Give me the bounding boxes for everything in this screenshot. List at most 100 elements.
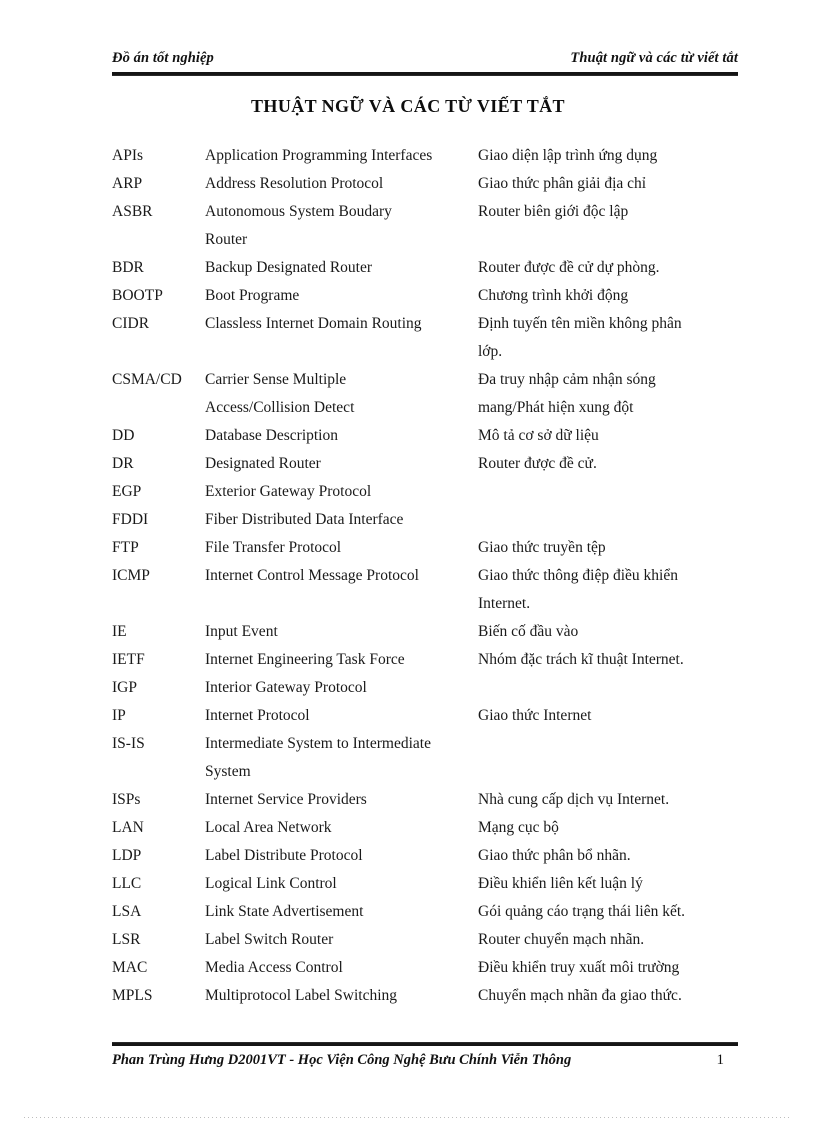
term-cell: Designated Router	[205, 450, 478, 478]
meaning-continuation-line: Internet.	[478, 595, 531, 612]
meaning-cell: Gói quảng cáo trạng thái liên kết.	[478, 898, 752, 926]
term-cell: Address Resolution Protocol	[205, 170, 478, 198]
abbreviation-cell: ASBR	[112, 203, 153, 220]
glossary-row: IP Internet Protocol Giao thức Internet	[112, 702, 752, 730]
term-line: Media Access Control	[205, 959, 343, 976]
term-line: Internet Protocol	[205, 707, 310, 724]
meaning-cell: Định tuyến tên miền không phân lớp.	[478, 310, 752, 366]
meaning-cell: Chương trình khởi động	[478, 282, 752, 310]
running-footer: Phan Trùng Hưng D2001VT - Học Viện Công …	[112, 1052, 738, 1069]
meaning-line: Nhà cung cấp dịch vụ Internet.	[478, 791, 670, 808]
term-line: Logical Link Control	[205, 875, 337, 892]
abbreviation-cell: MAC	[112, 959, 148, 976]
glossary-row: LDP Label Distribute Protocol Giao thức ph…	[112, 842, 752, 870]
term-cell: Input Event	[205, 618, 478, 646]
header-left-text: Đồ án tốt nghiệp	[112, 50, 214, 66]
abbreviation-cell: LSA	[112, 903, 142, 920]
term-line: Label Distribute Protocol	[205, 847, 363, 864]
term-continuation-line: System	[205, 763, 251, 780]
glossary-row: ICMP Internet Control Message Protocol Gia…	[112, 562, 752, 618]
meaning-cell: Nhà cung cấp dịch vụ Internet.	[478, 786, 752, 814]
term-line: File Transfer Protocol	[205, 539, 342, 556]
glossary-row: LSR Label Switch Router Router chuyển mạch…	[112, 926, 752, 954]
meaning-line: Mạng cục bộ	[478, 819, 559, 836]
term-line: Interior Gateway Protocol	[205, 679, 367, 696]
term-line: Designated Router	[205, 455, 321, 472]
term-cell: Fiber Distributed Data Interface	[205, 506, 478, 534]
header-divider-rule	[112, 72, 738, 76]
glossary-row: APIs Application Programming Interfaces Gi…	[112, 142, 752, 170]
glossary-row: CIDR Classless Internet Domain Routing Địn…	[112, 310, 752, 366]
term-cell: Multiprotocol Label Switching	[205, 982, 478, 1010]
meaning-cell: Giao thức phân bổ nhãn.	[478, 842, 752, 870]
term-line: Boot Programe	[205, 287, 300, 304]
meaning-line: Mô tả cơ sở dữ liệu	[478, 427, 599, 444]
meaning-line: Biến cố đầu vào	[478, 623, 579, 640]
term-cell: Internet Engineering Task Force	[205, 646, 478, 674]
meaning-line: Router được đề cử.	[478, 455, 597, 472]
meaning-line: Giao thức truyền tệp	[478, 539, 606, 556]
abbreviation-cell: DD	[112, 427, 135, 444]
header-right-text: Thuật ngữ và các từ viết tắt	[570, 50, 738, 66]
term-cell: Link State Advertisement	[205, 898, 478, 926]
term-continuation-line: Router	[205, 231, 248, 248]
abbreviation-cell: IETF	[112, 651, 145, 668]
abbreviation-cell: IS-IS	[112, 735, 145, 752]
term-line: Carrier Sense Multiple	[205, 371, 347, 388]
abbreviation-cell: APIs	[112, 147, 144, 164]
abbreviation-cell: MPLS	[112, 987, 153, 1004]
document-page: Đồ án tốt nghiệp Thuật ngữ và các từ viế…	[0, 0, 816, 1123]
meaning-line: Nhóm đặc trách kĩ thuật Internet.	[478, 651, 684, 668]
term-line: Internet Engineering Task Force	[205, 651, 405, 668]
term-line: Input Event	[205, 623, 278, 640]
term-cell: Logical Link Control	[205, 870, 478, 898]
term-cell: Database Description	[205, 422, 478, 450]
abbreviation-cell: BDR	[112, 259, 144, 276]
term-cell: Label Distribute Protocol	[205, 842, 478, 870]
meaning-cell: Router chuyển mạch nhãn.	[478, 926, 752, 954]
meaning-cell: Giao thức truyền tệp	[478, 534, 752, 562]
term-cell: Boot Programe	[205, 282, 478, 310]
meaning-cell: Mô tả cơ sở dữ liệu	[478, 422, 752, 450]
meaning-cell: Biến cố đầu vào	[478, 618, 752, 646]
meaning-line: Giao thức phân giải địa chỉ	[478, 175, 647, 192]
glossary-row: FTP File Transfer Protocol Giao thức truyề…	[112, 534, 752, 562]
abbreviation-cell: LDP	[112, 847, 142, 864]
meaning-line: Router chuyển mạch nhãn.	[478, 931, 645, 948]
abbreviation-cell: FTP	[112, 539, 139, 556]
abbreviation-cell: FDDI	[112, 511, 149, 528]
scan-edge-artifact	[24, 1117, 792, 1118]
meaning-line: Đa truy nhập cảm nhận sóng	[478, 371, 656, 388]
glossary-row: BOOTP Boot Programe Chương trình khởi động	[112, 282, 752, 310]
meaning-line: Chuyển mạch nhãn đa giao thức.	[478, 987, 682, 1004]
glossary-row: FDDI Fiber Distributed Data Interface	[112, 506, 752, 534]
term-cell: Backup Designated Router	[205, 254, 478, 282]
glossary-row: EGP Exterior Gateway Protocol	[112, 478, 752, 506]
glossary-row: IETF Internet Engineering Task Force Nhóm …	[112, 646, 752, 674]
page-number: 1	[716, 1052, 725, 1068]
meaning-line: Giao thức Internet	[478, 707, 592, 724]
meaning-cell: Nhóm đặc trách kĩ thuật Internet.	[478, 646, 752, 674]
meaning-cell: Giao thức phân giải địa chỉ	[478, 170, 752, 198]
meaning-line: Giao diện lập trình ứng dụng	[478, 147, 658, 164]
term-cell: Label Switch Router	[205, 926, 478, 954]
abbreviation-cell: IE	[112, 623, 127, 640]
glossary-row: BDR Backup Designated Router Router được đ…	[112, 254, 752, 282]
term-line: Intermediate System to Intermediate	[205, 735, 431, 752]
abbreviation-cell: ICMP	[112, 567, 150, 584]
abbreviation-cell: BOOTP	[112, 287, 163, 304]
abbreviation-cell: CSMA/CD	[112, 371, 182, 388]
abbreviation-cell: IP	[112, 707, 126, 724]
meaning-cell: Giao thức thông điệp điều khiển Internet.	[478, 562, 752, 618]
meaning-cell: Giao thức Internet	[478, 702, 752, 730]
meaning-cell: Router được đề cử.	[478, 450, 752, 478]
meaning-continuation-line: lớp.	[478, 343, 503, 360]
meaning-line: Định tuyến tên miền không phân	[478, 315, 682, 332]
abbreviation-cell: LAN	[112, 819, 144, 836]
term-line: Fiber Distributed Data Interface	[205, 511, 404, 528]
term-line: Internet Control Message Protocol	[205, 567, 419, 584]
term-cell: Internet Protocol	[205, 702, 478, 730]
meaning-cell: Đa truy nhập cảm nhận sóng mang/Phát hiện…	[478, 366, 752, 422]
meaning-cell: Router biên giới độc lập	[478, 198, 752, 226]
abbreviation-cell: EGP	[112, 483, 142, 500]
